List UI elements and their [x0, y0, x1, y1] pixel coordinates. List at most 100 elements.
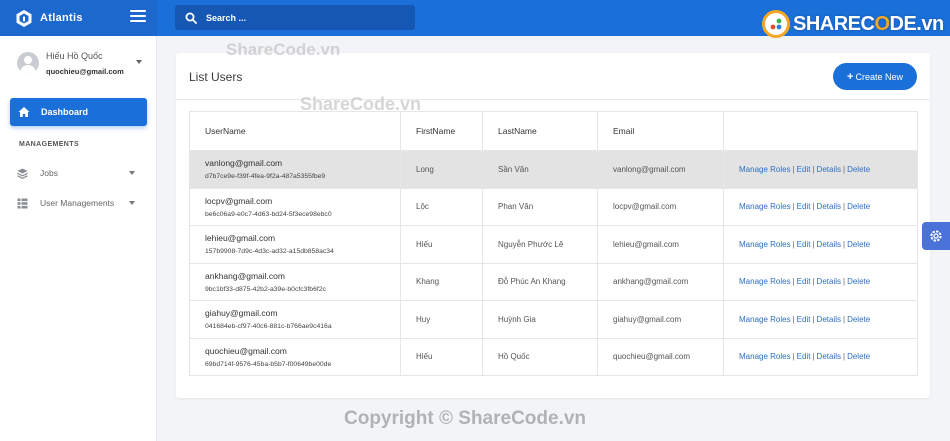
- edit-link[interactable]: Edit: [797, 352, 811, 361]
- sidebar-item-label: Dashboard: [41, 107, 89, 117]
- search-box[interactable]: [175, 5, 415, 30]
- edit-link[interactable]: Edit: [797, 277, 811, 286]
- edit-link[interactable]: Edit: [797, 315, 811, 324]
- actions-cell: Manage Roles | Edit | Details | Delete: [723, 187, 918, 226]
- copyright-watermark: Copyright © ShareCode.vn: [344, 408, 587, 429]
- gear-icon: [930, 230, 942, 242]
- settings-button[interactable]: [922, 222, 950, 250]
- lastname-cell: Sần Văn: [482, 150, 598, 189]
- edit-link[interactable]: Edit: [797, 165, 811, 174]
- chevron-down-icon: [129, 201, 135, 205]
- column-header: [723, 111, 918, 151]
- username-cell: locpv@gmail.com be6c06a9-e0c7-4d63-bd24-5…: [189, 187, 401, 226]
- column-header: FirstName: [400, 111, 483, 151]
- table-row[interactable]: ankhang@gmail.com 9bc1bf33-d875-42b2-a39e…: [189, 262, 918, 301]
- brand-name: Atlantis: [40, 12, 83, 24]
- actions-cell: Manage Roles | Edit | Details | Delete: [723, 262, 918, 301]
- users-table: UserName FirstName LastName Email vanlon…: [189, 111, 918, 376]
- firstname-cell: Long: [400, 150, 483, 189]
- menu-toggle-icon[interactable]: [130, 10, 146, 24]
- firstname-cell: Huy: [400, 300, 483, 339]
- chevron-down-icon: [129, 171, 135, 175]
- manage-roles-link[interactable]: Manage Roles: [739, 315, 791, 324]
- create-new-button[interactable]: + Create New: [833, 63, 917, 90]
- column-header: Email: [597, 111, 724, 151]
- email-cell: giahuy@gmail.com: [597, 300, 724, 339]
- manage-roles-link[interactable]: Manage Roles: [739, 165, 791, 174]
- sidebar-item-label: User Managements: [40, 198, 115, 208]
- details-link[interactable]: Details: [817, 352, 841, 361]
- email-cell: quochieu@gmail.com: [597, 337, 724, 376]
- details-link[interactable]: Details: [817, 240, 841, 249]
- delete-link[interactable]: Delete: [847, 315, 870, 324]
- delete-link[interactable]: Delete: [847, 352, 870, 361]
- chevron-down-icon[interactable]: [136, 60, 142, 64]
- lastname-cell: Phan Văn: [482, 187, 598, 226]
- manage-roles-link[interactable]: Manage Roles: [739, 240, 791, 249]
- manage-roles-link[interactable]: Manage Roles: [739, 277, 791, 286]
- actions-cell: Manage Roles | Edit | Details | Delete: [723, 337, 918, 376]
- username-cell: giahuy@gmail.com 041684eb-cf97-40c6-881c-…: [189, 300, 401, 339]
- firstname-cell: Khang: [400, 262, 483, 301]
- username-cell: vanlong@gmail.com d7b7ce9e-f39f-4fea-9f2a…: [189, 150, 401, 189]
- top-navbar: Atlantis SHARECODE.vn: [0, 0, 950, 38]
- users-card: List Users + Create New UserName FirstNam…: [176, 53, 930, 398]
- delete-link[interactable]: Delete: [847, 165, 870, 174]
- manage-roles-link[interactable]: Manage Roles: [739, 352, 791, 361]
- email-cell: lehieu@gmail.com: [597, 225, 724, 264]
- actions-cell: Manage Roles | Edit | Details | Delete: [723, 225, 918, 264]
- email-cell: ankhang@gmail.com: [597, 262, 724, 301]
- table-icon: [17, 198, 28, 208]
- sidebar-item-dashboard[interactable]: Dashboard: [10, 98, 147, 126]
- home-icon: [18, 107, 30, 117]
- actions-cell: Manage Roles | Edit | Details | Delete: [723, 150, 918, 189]
- lastname-cell: Hồ Quốc: [482, 337, 598, 376]
- delete-link[interactable]: Delete: [847, 240, 870, 249]
- avatar[interactable]: [17, 52, 39, 74]
- details-link[interactable]: Details: [817, 277, 841, 286]
- sharecode-logo-icon: [762, 10, 790, 38]
- brand-logo-icon: [16, 9, 32, 27]
- user-name: Hiếu Hồ Quốc: [46, 51, 103, 61]
- lastname-cell: Huỳnh Gia: [482, 300, 598, 339]
- username-cell: quochieu@gmail.com 69bd714f-9576-45ba-b5b…: [189, 337, 401, 376]
- sharecode-logo-text: SHARECODE.vn: [793, 12, 944, 35]
- user-profile[interactable]: Hiếu Hồ Quốc quochieu@gmail.com: [0, 36, 157, 91]
- search-input[interactable]: [206, 12, 406, 23]
- plus-icon: +: [847, 70, 854, 83]
- manage-roles-link[interactable]: Manage Roles: [739, 202, 791, 211]
- search-icon[interactable]: [185, 12, 197, 24]
- delete-link[interactable]: Delete: [847, 202, 870, 211]
- lastname-cell: Nguyễn Phước Lê: [482, 225, 598, 264]
- edit-link[interactable]: Edit: [797, 202, 811, 211]
- edit-link[interactable]: Edit: [797, 240, 811, 249]
- details-link[interactable]: Details: [817, 165, 841, 174]
- email-cell: locpv@gmail.com: [597, 187, 724, 226]
- sidebar: Hiếu Hồ Quốc quochieu@gmail.com Dashboar…: [0, 36, 157, 441]
- delete-link[interactable]: Delete: [847, 277, 870, 286]
- table-row[interactable]: quochieu@gmail.com 69bd714f-9576-45ba-b5b…: [189, 337, 918, 376]
- table-row[interactable]: locpv@gmail.com be6c06a9-e0c7-4d63-bd24-5…: [189, 187, 918, 226]
- table-row[interactable]: giahuy@gmail.com 041684eb-cf97-40c6-881c-…: [189, 300, 918, 339]
- email-cell: vanlong@gmail.com: [597, 150, 724, 189]
- sidebar-item-jobs[interactable]: Jobs: [17, 163, 137, 183]
- section-title: MANAGEMENTS: [19, 141, 80, 148]
- actions-cell: Manage Roles | Edit | Details | Delete: [723, 300, 918, 339]
- firstname-cell: Hiếu: [400, 225, 483, 264]
- firstname-cell: Hiếu: [400, 337, 483, 376]
- table-header-row: UserName FirstName LastName Email: [189, 111, 918, 151]
- table-row[interactable]: vanlong@gmail.com d7b7ce9e-f39f-4fea-9f2a…: [189, 150, 918, 189]
- sharecode-watermark-logo: SHARECODE.vn: [762, 10, 944, 38]
- firstname-cell: Lộc: [400, 187, 483, 226]
- sidebar-item-label: Jobs: [40, 168, 58, 178]
- details-link[interactable]: Details: [817, 202, 841, 211]
- details-link[interactable]: Details: [817, 315, 841, 324]
- sidebar-item-user-managements[interactable]: User Managements: [17, 193, 137, 213]
- page-title: List Users: [189, 70, 243, 84]
- user-email: quochieu@gmail.com: [46, 67, 124, 76]
- layers-icon: [17, 168, 28, 179]
- column-header: UserName: [189, 111, 401, 151]
- table-row[interactable]: lehieu@gmail.com 157b9908-7d9c-4d3c-ad32-…: [189, 225, 918, 264]
- column-header: LastName: [482, 111, 598, 151]
- username-cell: lehieu@gmail.com 157b9908-7d9c-4d3c-ad32-…: [189, 225, 401, 264]
